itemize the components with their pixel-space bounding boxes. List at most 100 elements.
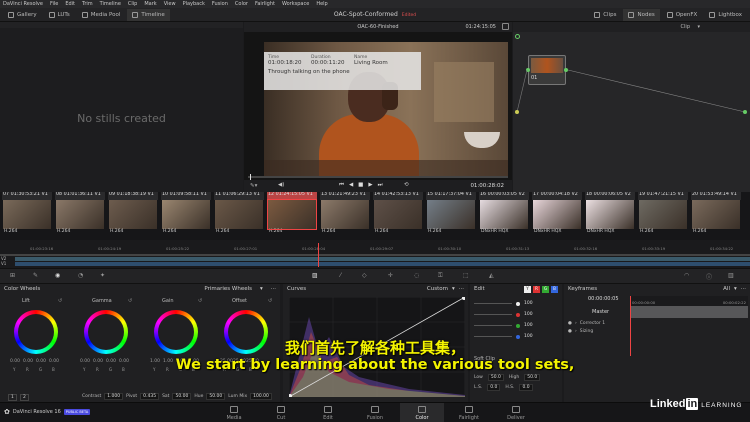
page-tab-fusion[interactable]: Fusion	[353, 403, 397, 422]
scrubber-playhead[interactable]	[250, 174, 251, 180]
menu-item-davinci-resolve[interactable]: DaVinci Resolve	[3, 1, 43, 7]
clip-thumbnail[interactable]: 09 01:18:38:19 V1 H.264	[108, 192, 158, 240]
menu-item-fairlight[interactable]: Fairlight	[255, 1, 275, 7]
keyframes-filter-select[interactable]: All	[723, 286, 730, 292]
edit-slider[interactable]	[474, 314, 512, 315]
toolbar-clips-button[interactable]: Clips	[589, 9, 621, 21]
clip-thumbnail[interactable]: 19 01:47:21:15 V1 H.264	[638, 192, 688, 240]
audio-icon[interactable]: ◀)	[278, 182, 284, 188]
adjust-field[interactable]: 50.00	[206, 393, 226, 400]
clip-thumbnail[interactable]: 11 01:06:29:13 V1 H.264	[214, 192, 264, 240]
menu-item-view[interactable]: View	[164, 1, 176, 7]
3d-icon[interactable]: ◭	[489, 272, 494, 279]
channel-b-button[interactable]: B	[551, 285, 558, 293]
clip-thumbnail[interactable]: 07 01:30:53:21 V1 H.264	[2, 192, 52, 240]
toolbar-nodes-button[interactable]: Nodes	[623, 9, 660, 21]
page-tab-media[interactable]: Media	[212, 403, 256, 422]
curves-tool-icon[interactable]: ▨	[312, 272, 318, 279]
menu-item-mark[interactable]: Mark	[144, 1, 156, 7]
color-match-icon[interactable]: ✎	[33, 272, 38, 279]
mini-playhead[interactable]	[318, 243, 319, 267]
key-icon[interactable]: ⚿	[438, 272, 443, 280]
adjust-field[interactable]: 1.000	[104, 393, 124, 400]
toolbar-timeline-button[interactable]: Timeline	[127, 9, 170, 21]
toolbar-media-pool-button[interactable]: Media Pool	[77, 9, 126, 21]
track-v2-clip[interactable]	[15, 257, 750, 261]
mini-timeline[interactable]: 01:00:23:16 01:00:24:19 01:00:25:22 01:00:2…	[0, 240, 750, 268]
keyframes-ruler[interactable]: 00:00:00:00 00:00:02:22	[630, 296, 748, 306]
high-field[interactable]: 50.0	[524, 374, 541, 381]
curves-mode-select[interactable]: Custom	[427, 286, 448, 292]
adjust-field[interactable]: 50.00	[172, 393, 192, 400]
rgb-mixer-icon[interactable]: ◔	[78, 272, 83, 279]
more-options-icon[interactable]: ···	[271, 286, 276, 292]
nodes-mode-chevron-icon[interactable]: ▾	[697, 24, 700, 30]
wheels-page-2[interactable]: 2	[20, 394, 29, 401]
adjust-field[interactable]: 0.435	[140, 393, 160, 400]
reset-icon[interactable]: ↺	[58, 298, 62, 304]
wheels-page-1[interactable]: 1	[8, 394, 17, 401]
menu-item-trim[interactable]: Trim	[82, 1, 93, 7]
camera-raw-icon[interactable]: ⊞	[10, 272, 15, 279]
ls-field[interactable]: 0.0	[487, 384, 501, 391]
menu-item-clip[interactable]: Clip	[128, 1, 137, 7]
edit-value[interactable]: 100	[524, 301, 533, 306]
curves-mode-chevron-icon[interactable]: ▾	[452, 286, 455, 292]
menu-item-timeline[interactable]: Timeline	[100, 1, 121, 7]
keyframe-toggle-icon[interactable]: ●	[568, 329, 572, 334]
page-tab-fairlight[interactable]: Fairlight	[447, 403, 491, 422]
page-tab-edit[interactable]: Edit	[306, 403, 350, 422]
reset-icon[interactable]: ↺	[268, 298, 272, 304]
viewer[interactable]: Time 01:00:18:20 Duration 00:00:11:20 Name…	[244, 32, 512, 180]
viewer-options-icon[interactable]	[502, 23, 509, 30]
keyframe-row[interactable]: ● › Corrector 1	[568, 319, 605, 327]
edit-slider[interactable]	[474, 325, 512, 326]
menu-item-help[interactable]: Help	[316, 1, 327, 7]
menu-item-file[interactable]: File	[50, 1, 58, 7]
tracker-icon[interactable]: ✛	[388, 272, 393, 279]
channel-r-button[interactable]: R	[533, 285, 540, 293]
qualifier-icon[interactable]: ⁄	[340, 272, 341, 279]
loop-icon[interactable]: ⟲	[404, 182, 409, 188]
lightbox-toggle-icon[interactable]: ▥	[728, 272, 734, 279]
low-field[interactable]: 50.0	[487, 374, 504, 381]
page-tab-deliver[interactable]: Deliver	[494, 403, 538, 422]
scopes-icon[interactable]: ◠	[684, 272, 689, 279]
keyframes-more-icon[interactable]: ···	[741, 286, 746, 292]
keyframe-row[interactable]: ● › Sizing	[568, 327, 605, 335]
clip-thumbnail[interactable]: 14 01:42:53:13 V1 H.264	[373, 192, 423, 240]
toolbar-openfx-button[interactable]: OpenFX	[662, 9, 703, 21]
clip-thumbnail[interactable]: 18 00:00:06:05 V2 DNxHR HQX	[585, 192, 635, 240]
toolbar-luts-button[interactable]: LUTs	[44, 9, 75, 21]
menu-item-fusion[interactable]: Fusion	[212, 1, 228, 7]
menu-item-edit[interactable]: Edit	[65, 1, 75, 7]
curves-more-icon[interactable]: ···	[459, 286, 464, 292]
sizing-icon[interactable]: ⬚	[463, 272, 469, 279]
menu-item-workspace[interactable]: Workspace	[282, 1, 309, 7]
track-v1-clip[interactable]	[15, 262, 750, 266]
adjust-field[interactable]: 100.00	[250, 393, 272, 400]
keyframes-filter-chevron-icon[interactable]: ▾	[734, 286, 737, 292]
keyframe-toggle-icon[interactable]: ●	[568, 321, 572, 326]
wheels-mode-select[interactable]: Primaries Wheels	[204, 286, 252, 292]
reset-icon[interactable]: ↺	[128, 298, 132, 304]
edit-value[interactable]: 100	[524, 323, 533, 328]
motion-effects-icon[interactable]: ✦	[100, 272, 105, 279]
toolbar-gallery-button[interactable]: Gallery	[3, 9, 42, 21]
window-icon[interactable]: ◇	[362, 272, 367, 279]
scrubber-track[interactable]	[248, 176, 508, 178]
reset-icon[interactable]: ↺	[198, 298, 202, 304]
page-tab-color[interactable]: Color	[400, 403, 444, 422]
clip-thumbnail[interactable]: 17 00:00:04:18 V2 DNxHR HQX	[532, 192, 582, 240]
channel-g-button[interactable]: G	[542, 285, 549, 293]
gallery-panel[interactable]	[0, 22, 243, 192]
info-icon[interactable]: ⓘ	[706, 272, 712, 281]
clip-thumbnail[interactable]: 08 01:01:36:11 V1 H.264	[55, 192, 105, 240]
channel-y-button[interactable]: Y	[524, 285, 531, 293]
edit-value[interactable]: 100	[524, 312, 533, 317]
wheels-mode-chevron-icon[interactable]: ▾	[260, 286, 263, 292]
menu-item-playback[interactable]: Playback	[183, 1, 205, 7]
expand-chevron-icon[interactable]: ›	[575, 329, 577, 334]
nodes-mode[interactable]: Clip	[681, 24, 690, 30]
master-track[interactable]	[630, 306, 748, 318]
